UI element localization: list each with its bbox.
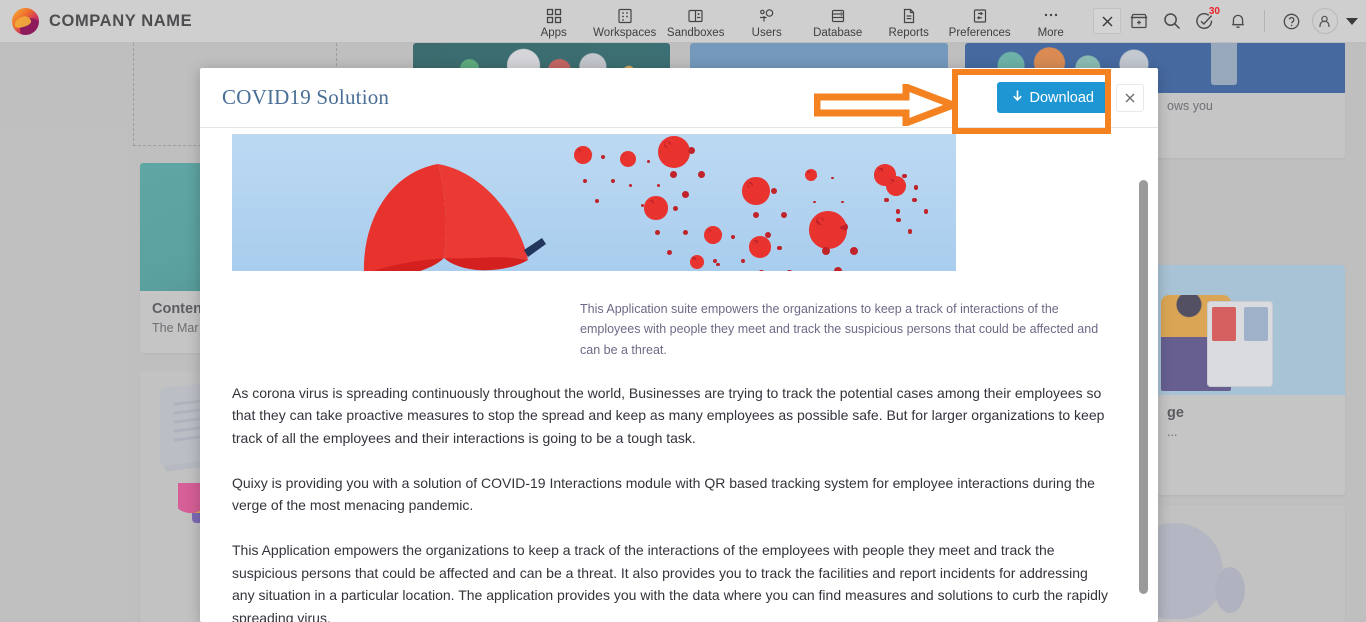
store-icon[interactable] bbox=[1123, 6, 1154, 37]
tasks-count-badge: 30 bbox=[1208, 5, 1220, 17]
modal-header-actions: Download bbox=[996, 82, 1144, 113]
body-paragraph-1: As corona virus is spreading continuousl… bbox=[232, 384, 1105, 447]
main-navigation: Apps Workspaces Sandboxes Users Database… bbox=[518, 4, 1086, 39]
nav-item-reports[interactable]: Reports bbox=[873, 4, 944, 39]
page-title: COVID19 Solution bbox=[222, 85, 390, 109]
download-arrow-icon bbox=[1011, 89, 1024, 107]
umbrella-illustration-icon bbox=[364, 164, 546, 271]
nav-label-reports: Reports bbox=[888, 26, 929, 39]
virus-particle bbox=[882, 172, 910, 200]
nav-label-more: More bbox=[1037, 26, 1064, 39]
virus-particle bbox=[640, 192, 672, 224]
nav-item-users[interactable]: Users bbox=[731, 4, 802, 39]
nav-item-apps[interactable]: Apps bbox=[518, 4, 589, 39]
modal-close-button[interactable] bbox=[1116, 83, 1144, 112]
apps-grid-icon bbox=[546, 8, 562, 25]
body-paragraph-3: This Application empowers the organizati… bbox=[232, 542, 1109, 622]
preferences-icon bbox=[972, 8, 988, 25]
nav-label-apps: Apps bbox=[540, 26, 567, 39]
nav-item-workspaces[interactable]: Workspaces bbox=[589, 4, 660, 39]
nav-label-database: Database bbox=[813, 26, 863, 39]
virus-particle bbox=[745, 232, 775, 262]
company-logo-icon bbox=[12, 7, 39, 35]
nav-item-database[interactable]: Database bbox=[802, 4, 873, 39]
header-actions: 30 bbox=[1093, 6, 1366, 37]
avatar[interactable] bbox=[1309, 6, 1340, 37]
company-name-label: COMPANY NAME bbox=[49, 11, 193, 30]
virus-particle bbox=[617, 148, 639, 170]
nav-label-sandboxes: Sandboxes bbox=[666, 26, 725, 39]
body-paragraph-2: Quixy is providing you with a solution o… bbox=[232, 474, 1095, 514]
download-button[interactable]: Download bbox=[996, 82, 1108, 113]
nav-label-users: Users bbox=[751, 26, 782, 39]
user-avatar-icon bbox=[1311, 8, 1338, 34]
more-ellipsis-icon bbox=[1042, 8, 1060, 25]
modal-body: This Application suite empowers the orga… bbox=[200, 128, 1158, 622]
download-button-label: Download bbox=[1029, 89, 1095, 106]
header-divider bbox=[1264, 10, 1265, 32]
covid-banner-image bbox=[232, 134, 956, 271]
virus-particle bbox=[700, 222, 726, 248]
scrollbar-thumb[interactable] bbox=[1139, 180, 1148, 594]
reports-document-icon bbox=[902, 8, 916, 25]
bell-icon[interactable] bbox=[1222, 6, 1253, 37]
help-circle-icon[interactable] bbox=[1276, 6, 1307, 37]
search-icon[interactable] bbox=[1156, 6, 1187, 37]
chevron-down-icon[interactable] bbox=[1346, 17, 1358, 25]
modal-content: This Application suite empowers the orga… bbox=[200, 134, 1158, 622]
virus-particle bbox=[652, 134, 696, 174]
check-circle-icon[interactable]: 30 bbox=[1189, 6, 1220, 37]
nav-item-preferences[interactable]: Preferences bbox=[944, 4, 1015, 39]
sandboxes-icon bbox=[687, 8, 704, 25]
brand-logo-area[interactable]: COMPANY NAME bbox=[0, 7, 193, 35]
nav-item-sandboxes[interactable]: Sandboxes bbox=[660, 4, 731, 39]
nav-item-more[interactable]: More bbox=[1015, 4, 1086, 39]
modal-scrollbar[interactable] bbox=[1139, 128, 1148, 622]
virus-particle bbox=[802, 166, 820, 184]
modal-header: COVID19 Solution Download bbox=[200, 68, 1158, 128]
nav-label-workspaces: Workspaces bbox=[593, 26, 657, 39]
nav-label-preferences: Preferences bbox=[948, 26, 1011, 39]
app-root: COMPANY NAME Apps Workspaces Sandboxes U… bbox=[0, 0, 1366, 622]
users-icon bbox=[758, 8, 776, 25]
virus-particle bbox=[737, 172, 775, 210]
virus-particle bbox=[570, 142, 596, 168]
covid-solution-modal: COVID19 Solution Download This Applicati… bbox=[200, 68, 1158, 622]
intro-quote: This Application suite empowers the orga… bbox=[580, 302, 1099, 357]
workspaces-icon bbox=[617, 8, 633, 25]
database-icon bbox=[830, 8, 846, 25]
top-header-bar: COMPANY NAME Apps Workspaces Sandboxes U… bbox=[0, 0, 1366, 43]
virus-particle bbox=[802, 204, 854, 256]
virus-particle bbox=[687, 252, 707, 271]
close-icon[interactable] bbox=[1093, 8, 1121, 34]
